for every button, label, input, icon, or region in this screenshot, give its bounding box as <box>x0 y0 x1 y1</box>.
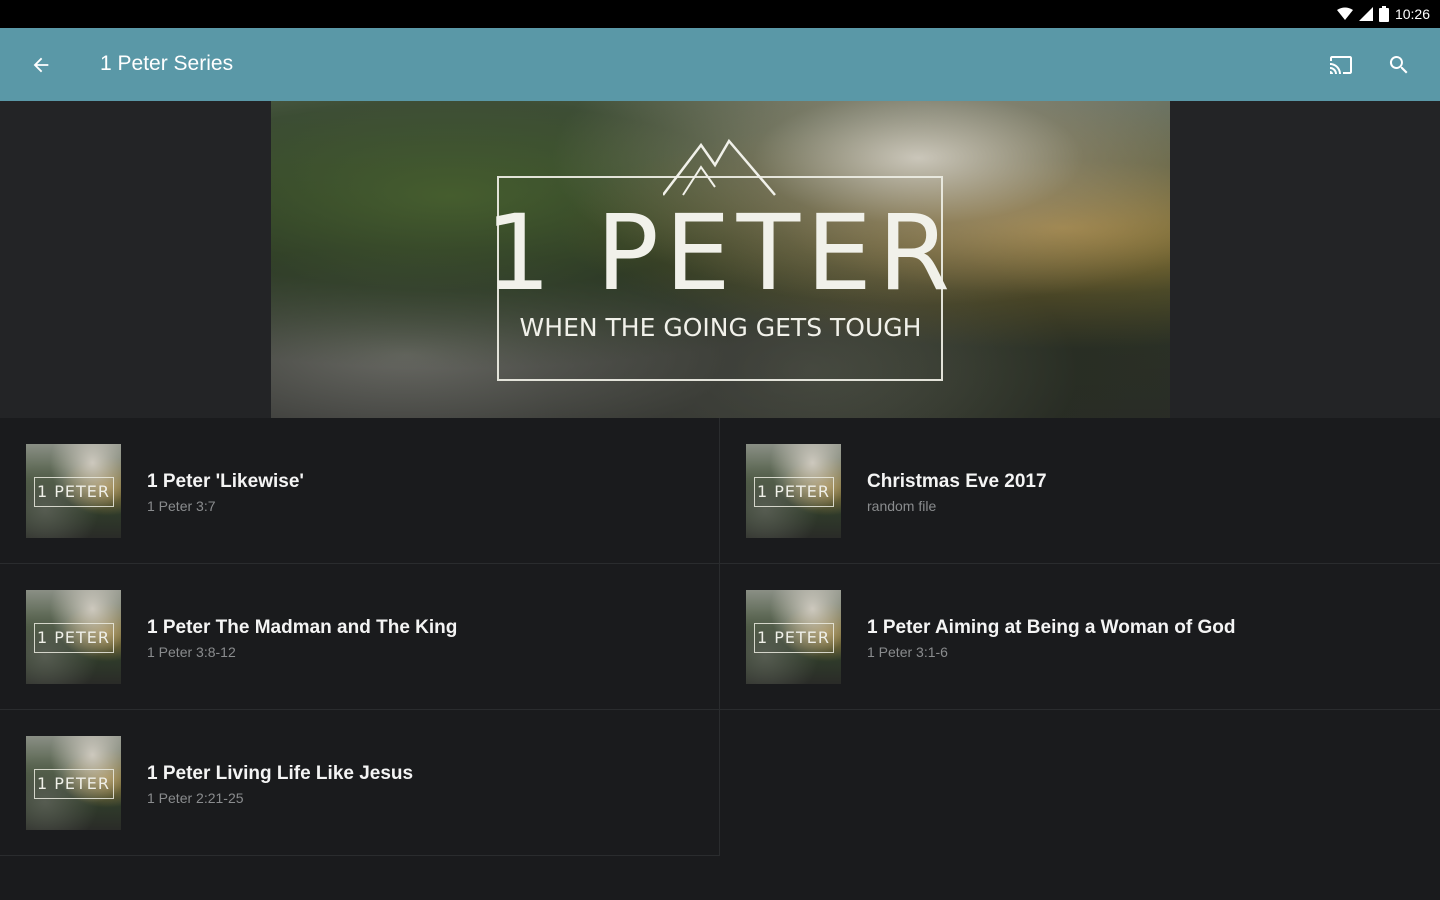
series-banner-image: 1 PETER WHEN THE GOING GETS TOUGH <box>271 101 1170 418</box>
sermon-title: 1 Peter Aiming at Being a Woman of God <box>867 617 1236 638</box>
thumbnail-label: 1 PETER <box>756 628 831 647</box>
sermon-title: Christmas Eve 2017 <box>867 471 1047 492</box>
list-item[interactable]: 1 PETER 1 Peter Living Life Like Jesus 1… <box>0 710 720 856</box>
list-item[interactable]: 1 PETER 1 Peter The Madman and The King … <box>0 564 720 710</box>
list-item[interactable]: 1 PETER Christmas Eve 2017 random file <box>720 418 1440 564</box>
banner-title: 1 PETER <box>484 192 957 314</box>
status-icons: 10:26 <box>1336 5 1430 23</box>
sermon-reference: 1 Peter 3:1-6 <box>867 644 948 660</box>
thumbnail-label: 1 PETER <box>36 774 111 793</box>
thumbnail-label: 1 PETER <box>36 482 111 501</box>
arrow-back-icon <box>33 57 49 73</box>
banner-subtitle: WHEN THE GOING GETS TOUGH <box>519 313 922 342</box>
sermon-list: 1 PETER 1 Peter 'Likewise' 1 Peter 3:7 1… <box>0 418 1440 900</box>
list-item[interactable]: 1 PETER 1 Peter Aiming at Being a Woman … <box>720 564 1440 710</box>
sermon-thumbnail: 1 PETER <box>26 444 121 538</box>
sermon-thumbnail: 1 PETER <box>26 590 121 684</box>
search-button[interactable] <box>1374 40 1424 90</box>
sermon-thumbnail: 1 PETER <box>746 444 841 538</box>
sermon-title: 1 Peter Living Life Like Jesus <box>147 763 414 784</box>
thumbnail-label: 1 PETER <box>756 482 831 501</box>
cast-button[interactable] <box>1316 40 1366 90</box>
mountain-logo-icon <box>663 138 776 196</box>
list-item[interactable]: 1 PETER 1 Peter 'Likewise' 1 Peter 3:7 <box>0 418 720 564</box>
status-time: 10:26 <box>1394 6 1430 22</box>
sermon-title: 1 Peter The Madman and The King <box>147 617 458 638</box>
back-button[interactable] <box>16 40 66 90</box>
thumbnail-label: 1 PETER <box>36 628 111 647</box>
wifi-icon <box>1336 7 1353 20</box>
sermon-title: 1 Peter 'Likewise' <box>147 471 304 492</box>
sermon-thumbnail: 1 PETER <box>746 590 841 684</box>
page-title: 1 Peter Series <box>100 52 234 75</box>
sermon-reference: 1 Peter 2:21-25 <box>147 790 244 806</box>
sermon-thumbnail: 1 PETER <box>26 736 121 830</box>
cast-icon <box>1330 56 1352 74</box>
sermon-reference: 1 Peter 3:8-12 <box>147 644 236 660</box>
search-icon <box>1389 56 1408 74</box>
banner-area: 1 PETER WHEN THE GOING GETS TOUGH <box>0 101 1440 418</box>
sermon-reference: 1 Peter 3:7 <box>147 498 216 514</box>
app-bar: 1 Peter Series <box>0 28 1440 101</box>
sermon-reference: random file <box>867 498 937 514</box>
battery-icon <box>1378 6 1389 22</box>
signal-icon <box>1358 7 1373 21</box>
status-bar: 10:26 <box>0 0 1440 28</box>
